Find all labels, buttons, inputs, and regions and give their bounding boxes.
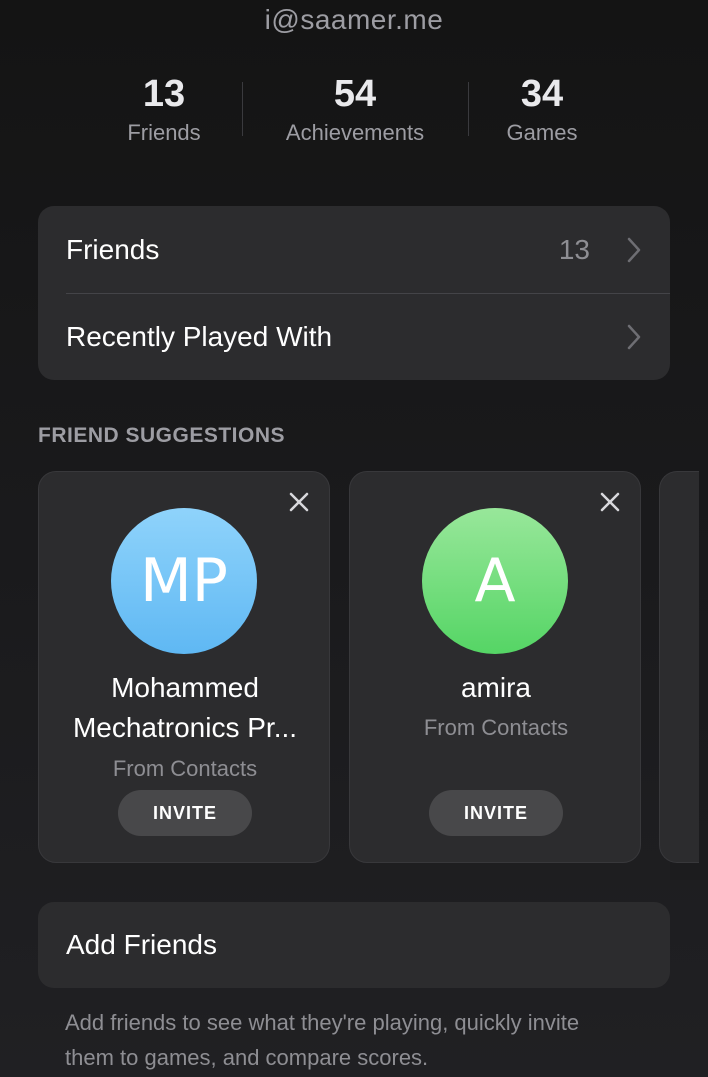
friend-suggestions-title: FRIEND SUGGESTIONS bbox=[38, 424, 286, 447]
add-friends-label: Add Friends bbox=[66, 929, 217, 960]
suggestion-source: From Contacts bbox=[423, 715, 569, 740]
stat-friends-value: 13 bbox=[142, 73, 186, 115]
account-email: i@saamer.me bbox=[264, 4, 444, 35]
chevron-right-icon bbox=[627, 324, 641, 350]
stat-achievements-label: Achievements bbox=[285, 120, 425, 145]
suggestion-card[interactable]: MP Mohammed Mechatronics Pr... From Cont… bbox=[38, 471, 330, 863]
stat-games-value: 34 bbox=[520, 73, 564, 115]
stat-friends-label: Friends bbox=[127, 120, 201, 145]
stat-games[interactable]: 34 Games bbox=[442, 70, 642, 148]
close-icon[interactable] bbox=[287, 490, 311, 514]
close-icon[interactable] bbox=[598, 490, 622, 514]
friends-row-count: 13 bbox=[558, 234, 590, 265]
invite-button[interactable]: INVITE bbox=[429, 790, 563, 836]
recently-played-row-label: Recently Played With bbox=[66, 321, 333, 352]
recently-played-row[interactable]: Recently Played With bbox=[38, 293, 670, 380]
stat-divider bbox=[242, 82, 243, 136]
avatar: MP bbox=[111, 508, 257, 654]
friends-row[interactable]: Friends 13 bbox=[38, 206, 670, 293]
add-friends-button[interactable]: Add Friends bbox=[38, 902, 670, 988]
stat-achievements[interactable]: 54 Achievements bbox=[255, 70, 455, 148]
friends-list-card: Friends 13 Recently Played With bbox=[38, 206, 670, 380]
stat-friends[interactable]: 13 Friends bbox=[64, 70, 264, 148]
stat-games-label: Games bbox=[506, 120, 578, 145]
suggestion-card-peek[interactable] bbox=[659, 471, 699, 863]
stat-achievements-value: 54 bbox=[333, 73, 377, 115]
invite-button[interactable]: INVITE bbox=[118, 790, 252, 836]
chevron-right-icon bbox=[627, 237, 641, 263]
suggestion-source: From Contacts bbox=[112, 756, 258, 781]
suggestion-name: amira bbox=[460, 672, 531, 703]
stats-bar: 13 Friends 54 Achievements 34 Games bbox=[0, 70, 708, 150]
add-friends-description: Add friends to see what they're playing,… bbox=[65, 1010, 580, 1070]
avatar: A bbox=[422, 508, 568, 654]
suggestion-card[interactable]: A amira From Contacts INVITE bbox=[349, 471, 641, 863]
suggestion-name: Mohammed Mechatronics Pr... bbox=[72, 672, 298, 743]
friends-row-label: Friends bbox=[66, 234, 160, 265]
